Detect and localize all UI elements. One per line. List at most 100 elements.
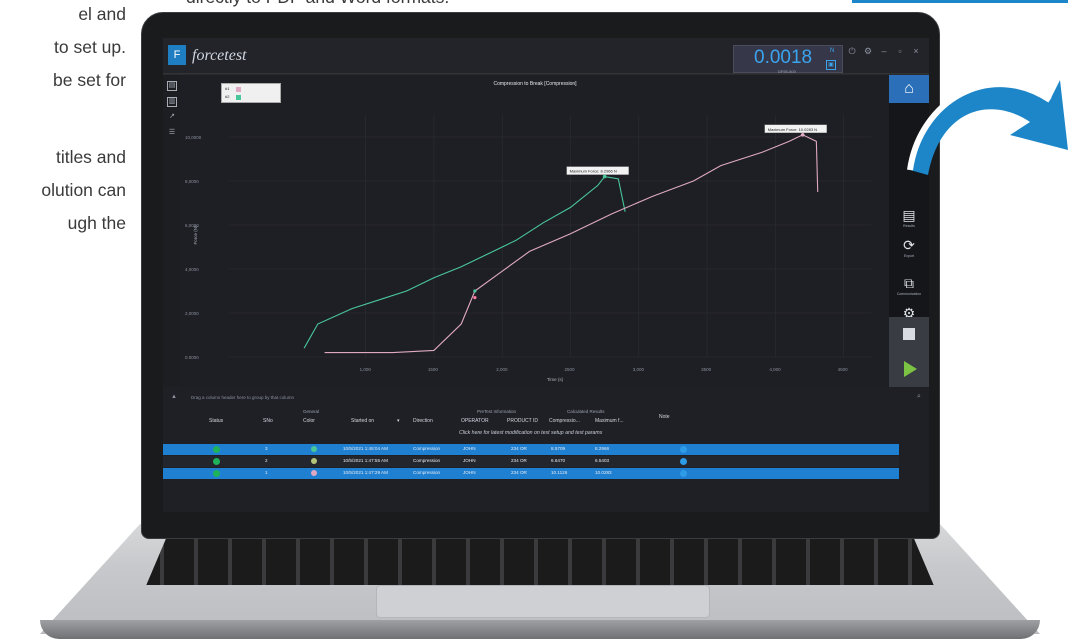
annotation-label: Maximum Force: 10.0283 N: [768, 127, 817, 132]
cell-direction: Compression: [413, 446, 441, 451]
legend-swatch: [236, 87, 241, 92]
annotation-label: Maximum Force: 8.2966 N: [570, 169, 617, 174]
cell-operator: JOHN: [463, 470, 476, 475]
communication-icon: ⧉: [904, 275, 914, 291]
side-line: be set for: [53, 70, 126, 90]
header-maximum[interactable]: Maximum f...: [595, 418, 624, 424]
table-row[interactable]: 3 10/5/2021 1:48:04 AM Compression JOHN 234 …: [163, 444, 899, 455]
axis-icon[interactable]: ↗: [167, 113, 177, 123]
band-general: General: [303, 409, 320, 414]
header-direction[interactable]: Direction: [413, 418, 433, 424]
power-icon[interactable]: ⏻: [847, 46, 857, 56]
cell-product: 234 OR: [511, 446, 527, 451]
y-axis-label: Force (N): [193, 225, 198, 245]
table-row[interactable]: 1 10/5/2021 1:47:29 AM Compression JOHN 234 …: [163, 468, 899, 479]
tare-icon[interactable]: ▣: [826, 60, 836, 70]
list-icon[interactable]: ☰: [167, 129, 177, 139]
header-compression[interactable]: Compressio...: [549, 418, 580, 424]
cell-direction: Compression: [413, 470, 441, 475]
x-tick-label: 4500: [838, 367, 849, 372]
cell-maximum: 6.5403: [595, 458, 610, 463]
export-icon: ⟳: [903, 237, 915, 253]
status-check-icon: [213, 446, 220, 453]
marketing-top-line: directly to PDF and Word formats.: [186, 0, 449, 8]
chart-title: Compression to Break [Compression]: [493, 81, 577, 87]
start-button[interactable]: [889, 351, 929, 387]
x-tick-label: 4,000: [769, 367, 781, 372]
zoom-icon[interactable]: ▤: [167, 81, 177, 91]
series-color-swatch[interactable]: [311, 446, 317, 452]
nav-results[interactable]: ▤ Results: [889, 207, 929, 228]
results-grid: ▲ Drag a column header here to group by …: [163, 387, 929, 512]
side-line: to set up.: [54, 37, 126, 57]
header-color[interactable]: Color: [303, 418, 315, 424]
legend-entry: #2: [225, 94, 230, 99]
cell-started: 10/5/2021 1:47:29 AM: [343, 470, 388, 475]
side-line: el and: [78, 4, 126, 24]
cell-sno: 3: [265, 446, 268, 451]
header-sno[interactable]: SNo: [263, 418, 273, 424]
header-status[interactable]: Status: [209, 418, 223, 424]
table-row[interactable]: 2 10/5/2021 1:47:55 AM Compression JOHN 234 …: [163, 456, 899, 467]
pan-icon[interactable]: ▥: [167, 97, 177, 107]
settings-icon[interactable]: ⚙: [863, 46, 873, 56]
chart-svg: 0.00002,00004,00006,00008,000010,00001,0…: [185, 81, 871, 382]
title-bar: F forcetest 0.0018 DF55-500 N ▣ ⏻ ⚙ – ▫ …: [163, 38, 929, 74]
x-tick-label: 3500: [701, 367, 712, 372]
legend-entry: #1: [225, 86, 230, 91]
series-color-swatch[interactable]: [311, 458, 317, 464]
x-tick-label: 2,000: [496, 367, 508, 372]
cell-sno: 2: [265, 458, 268, 463]
search-icon[interactable]: ⌕: [917, 393, 921, 401]
nav-communication[interactable]: ⧉ Communication: [889, 275, 929, 296]
series-color-swatch[interactable]: [311, 470, 317, 476]
header-product[interactable]: PRODUCT ID: [507, 418, 538, 424]
cursor-marker: [473, 289, 477, 293]
y-tick-label: 10,0000: [185, 135, 202, 140]
group-icon[interactable]: ▲: [171, 394, 177, 400]
side-line: titles and: [55, 147, 126, 167]
accent-bar: [852, 0, 1068, 3]
nav-label: Results: [903, 224, 915, 228]
cursor-marker: [473, 296, 477, 300]
cell-product: 234 OR: [511, 458, 527, 463]
load-unit: N: [830, 48, 835, 54]
note-icon[interactable]: [680, 446, 687, 453]
laptop-base-edge: [40, 620, 1040, 639]
app-logo-text: forcetest: [192, 47, 247, 64]
cell-started: 10/5/2021 1:48:04 AM: [343, 446, 388, 451]
note-icon[interactable]: [680, 458, 687, 465]
chart-legend[interactable]: #1 #2: [221, 83, 281, 103]
cell-compression: 8.5709: [551, 446, 566, 451]
play-icon: [904, 361, 917, 377]
max-point-1: [602, 174, 607, 179]
band-pretest: PreTest Information: [477, 409, 517, 414]
cell-maximum: 8.2966: [595, 446, 610, 451]
note-icon[interactable]: [680, 470, 687, 477]
stop-button[interactable]: [889, 317, 929, 351]
info-row[interactable]: Click here for latest modification on te…: [193, 429, 899, 439]
nav-label: Export: [903, 254, 915, 258]
cell-product: 234 OR: [511, 470, 527, 475]
x-axis-label: Time (s): [547, 377, 564, 382]
legend-swatch: [236, 95, 241, 100]
band-calculated: Calculated Results: [567, 409, 605, 414]
cell-sno: 1: [265, 470, 268, 475]
y-tick-label: 0.0000: [185, 355, 199, 360]
stop-icon: [903, 328, 915, 340]
x-tick-label: 2500: [564, 367, 575, 372]
side-line: ugh the: [67, 213, 126, 233]
decorative-arrow-icon: [907, 80, 1068, 175]
header-started[interactable]: Started on: [351, 418, 374, 424]
header-operator[interactable]: OPERATOR: [461, 418, 489, 424]
y-tick-label: 2,0000: [185, 311, 199, 316]
sort-icon[interactable]: ▾: [397, 418, 400, 424]
cell-operator: JOHN: [463, 458, 476, 463]
status-check-icon: [213, 458, 220, 465]
force-chart[interactable]: 0.0000 2,0000 4,0000 6,0000 8,0000 10,0000 1,0…: [181, 75, 889, 387]
cell-started: 10/5/2021 1:47:55 AM: [343, 458, 388, 463]
laptop-trackpad: [376, 585, 710, 618]
nav-export[interactable]: ⟳ Export: [889, 237, 929, 258]
x-tick-label: 3,000: [633, 367, 645, 372]
header-note[interactable]: Note: [659, 414, 670, 420]
